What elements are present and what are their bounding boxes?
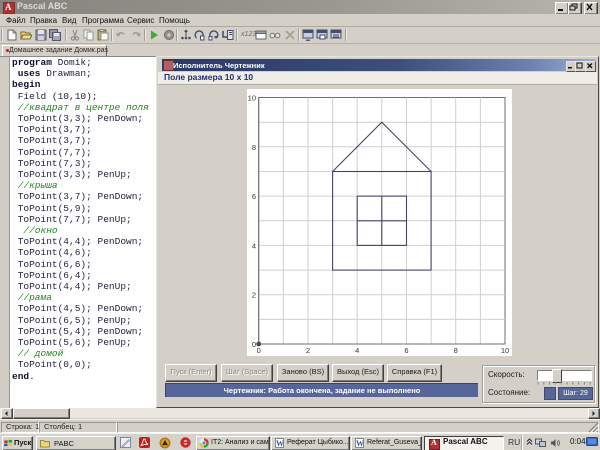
svg-text:10: 10 (501, 346, 509, 355)
svg-text:6: 6 (252, 192, 256, 201)
svg-text:2: 2 (252, 291, 256, 300)
svg-text:10: 10 (248, 94, 256, 103)
svg-text:W: W (276, 439, 284, 448)
svg-text:6: 6 (404, 346, 408, 355)
svg-text:4: 4 (252, 241, 256, 250)
svg-text:0: 0 (257, 346, 261, 355)
svg-text:W: W (356, 439, 364, 448)
svg-text:8: 8 (252, 143, 256, 152)
svg-text:8: 8 (454, 346, 458, 355)
svg-text:4: 4 (355, 346, 359, 355)
svg-text:2: 2 (306, 346, 310, 355)
svg-text:0: 0 (252, 340, 256, 349)
